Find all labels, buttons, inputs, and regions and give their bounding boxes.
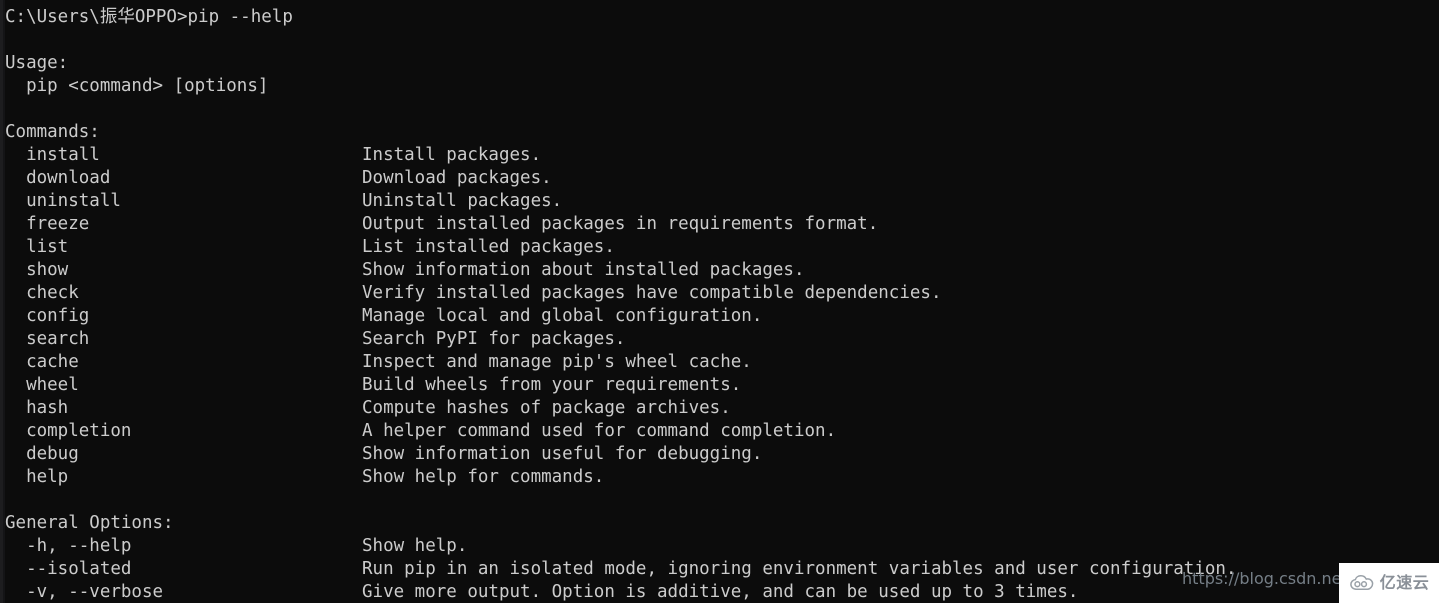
command-description: Verify installed packages have compatibl… bbox=[362, 283, 942, 303]
command-name: check bbox=[5, 283, 79, 303]
command-row: show Show information about installed pac… bbox=[0, 259, 1439, 282]
option-description: Run pip in an isolated mode, ignoring en… bbox=[362, 559, 1237, 579]
command-description: Compute hashes of package archives. bbox=[362, 398, 731, 418]
command-row: help Show help for commands. bbox=[0, 466, 1439, 489]
command-name: freeze bbox=[5, 214, 90, 234]
command-row: wheel Build wheels from your requirements… bbox=[0, 374, 1439, 397]
option-row: -v, --verbose Give more output. Option is… bbox=[0, 581, 1439, 603]
command-row: download Download packages. bbox=[0, 167, 1439, 190]
command-description: List installed packages. bbox=[362, 237, 615, 257]
prompt-line: C:\Users\振华OPPO>pip --help bbox=[5, 7, 293, 27]
command-description: Build wheels from your requirements. bbox=[362, 375, 742, 395]
command-name: uninstall bbox=[5, 191, 121, 211]
terminal-window[interactable]: C:\Users\振华OPPO>pip --help Usage: pip <c… bbox=[0, 0, 1439, 603]
command-description: A helper command used for command comple… bbox=[362, 421, 837, 441]
cloud-icon bbox=[1349, 575, 1375, 591]
command-description: Output installed packages in requirement… bbox=[362, 214, 879, 234]
option-row: --isolated Run pip in an isolated mode, i… bbox=[0, 558, 1439, 581]
command-name: config bbox=[5, 306, 90, 326]
command-description: Manage local and global configuration. bbox=[362, 306, 763, 326]
command-row: debug Show information useful for debuggi… bbox=[0, 443, 1439, 466]
command-name: debug bbox=[5, 444, 79, 464]
option-name: -h, --help bbox=[5, 536, 132, 556]
usage-line: pip <command> [options] bbox=[5, 76, 269, 96]
command-name: list bbox=[5, 237, 69, 257]
command-description: Uninstall packages. bbox=[362, 191, 563, 211]
commands-header: Commands: bbox=[5, 122, 100, 142]
command-name: download bbox=[5, 168, 111, 188]
command-name: search bbox=[5, 329, 90, 349]
command-row: uninstall Uninstall packages. bbox=[0, 190, 1439, 213]
usage-header: Usage: bbox=[5, 53, 69, 73]
command-name: hash bbox=[5, 398, 69, 418]
command-row: config Manage local and global configurat… bbox=[0, 305, 1439, 328]
command-name: install bbox=[5, 145, 100, 165]
command-description: Install packages. bbox=[362, 145, 542, 165]
command-description: Download packages. bbox=[362, 168, 552, 188]
brand-watermark-box: 亿速云 bbox=[1339, 563, 1439, 603]
command-name: cache bbox=[5, 352, 79, 372]
command-row: cache Inspect and manage pip's wheel cach… bbox=[0, 351, 1439, 374]
command-name: completion bbox=[5, 421, 132, 441]
terminal-output: C:\Users\振华OPPO>pip --help Usage: pip <c… bbox=[0, 6, 1439, 603]
command-description: Show help for commands. bbox=[362, 467, 605, 487]
command-row: check Verify installed packages have comp… bbox=[0, 282, 1439, 305]
command-description: Inspect and manage pip's wheel cache. bbox=[362, 352, 752, 372]
command-row: freeze Output installed packages in requi… bbox=[0, 213, 1439, 236]
option-description: Show help. bbox=[362, 536, 468, 556]
command-name: wheel bbox=[5, 375, 79, 395]
command-description: Search PyPI for packages. bbox=[362, 329, 626, 349]
command-row: install Install packages. bbox=[0, 144, 1439, 167]
command-description: Show information about installed package… bbox=[362, 260, 805, 280]
command-name: show bbox=[5, 260, 69, 280]
option-name: -v, --verbose bbox=[5, 582, 164, 602]
brand-name-text: 亿速云 bbox=[1379, 573, 1430, 592]
command-name: help bbox=[5, 467, 69, 487]
option-name: --isolated bbox=[5, 559, 132, 579]
option-row: -h, --help Show help. bbox=[0, 535, 1439, 558]
command-row: completion A helper command used for comm… bbox=[0, 420, 1439, 443]
command-row: hash Compute hashes of package archives. bbox=[0, 397, 1439, 420]
command-row: list List installed packages. bbox=[0, 236, 1439, 259]
command-description: Show information useful for debugging. bbox=[362, 444, 763, 464]
option-description: Give more output. Option is additive, an… bbox=[362, 582, 1079, 602]
command-row: search Search PyPI for packages. bbox=[0, 328, 1439, 351]
general-options-header: General Options: bbox=[5, 513, 174, 533]
